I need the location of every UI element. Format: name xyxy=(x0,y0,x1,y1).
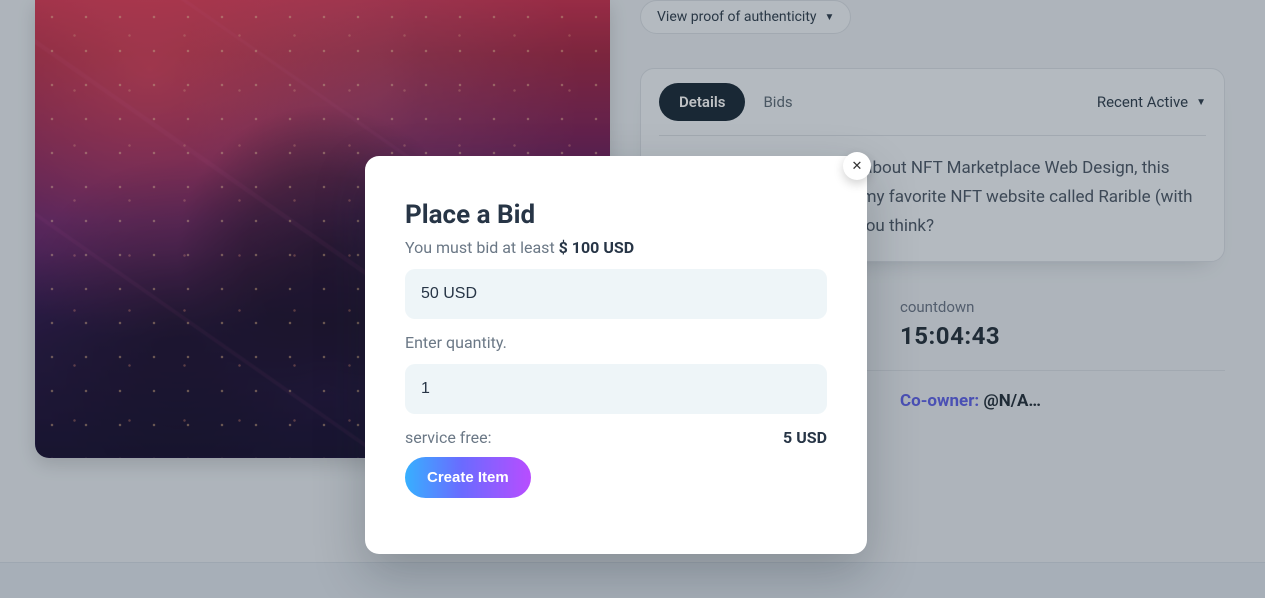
modal-sub-prefix: You must bid at least xyxy=(405,238,559,257)
modal-min-bid: $ 100 USD xyxy=(559,238,634,257)
modal-subtitle: You must bid at least $ 100 USD xyxy=(405,238,827,257)
close-icon: ✕ xyxy=(852,159,863,174)
create-item-button[interactable]: Create Item xyxy=(405,457,531,498)
close-button[interactable]: ✕ xyxy=(843,152,871,180)
place-bid-modal: ✕ Place a Bid You must bid at least $ 10… xyxy=(365,156,867,554)
modal-title: Place a Bid xyxy=(405,200,827,230)
quantity-input[interactable] xyxy=(405,364,827,414)
bid-amount-input[interactable] xyxy=(405,269,827,319)
service-fee-label: service free: xyxy=(405,428,491,447)
quantity-label: Enter quantity. xyxy=(405,333,827,352)
service-fee-value: 5 USD xyxy=(783,428,827,447)
